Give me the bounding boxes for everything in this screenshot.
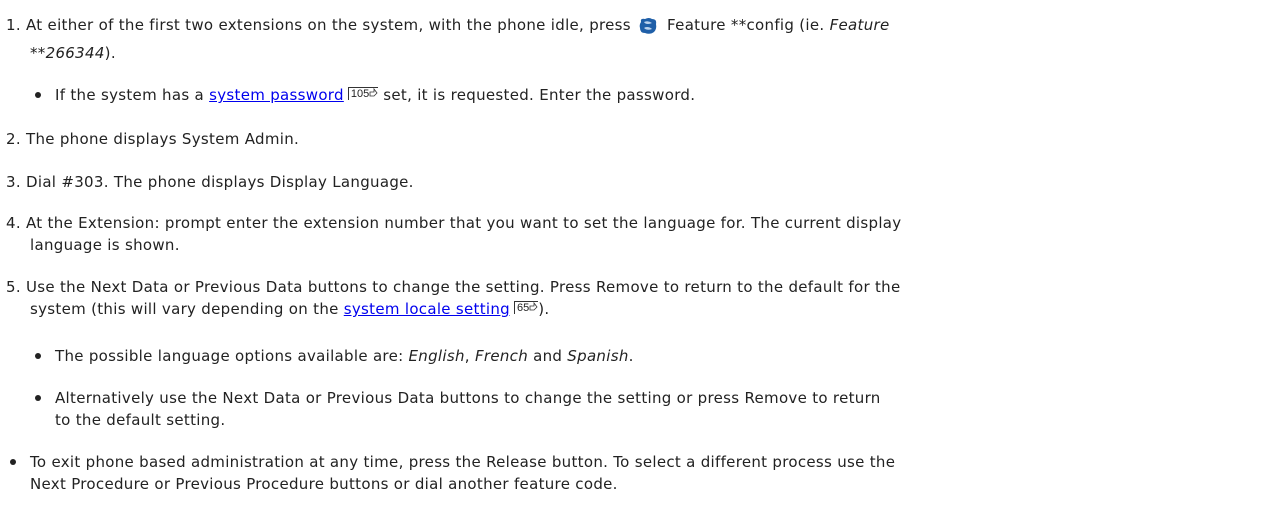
system-locale-setting-link[interactable]: system locale setting bbox=[344, 300, 510, 318]
language-spanish: Spanish bbox=[567, 347, 629, 365]
bullet-text: Alternatively use the Next Data or Previ… bbox=[55, 389, 881, 407]
step-1-bullet: If the system has a system password 105 s… bbox=[35, 84, 1255, 106]
page-reference-number: 65 bbox=[517, 302, 530, 314]
step-1-code-part1: Feature bbox=[829, 16, 890, 34]
bullet-text: The possible language options available … bbox=[55, 347, 409, 365]
step-4-text: At the Extension: prompt enter the exten… bbox=[26, 214, 902, 232]
period: . bbox=[628, 347, 634, 365]
step-3: 3. Dial #303. The phone displays Display… bbox=[6, 171, 1276, 193]
language-english: English bbox=[408, 347, 465, 365]
step-number: 2. bbox=[6, 130, 21, 148]
step-1-close: ). bbox=[104, 44, 116, 62]
page-reference[interactable]: 65 bbox=[514, 301, 539, 314]
step-number: 3. bbox=[6, 173, 21, 191]
step-1: 1. At either of the first two extensions… bbox=[6, 14, 1276, 64]
system-password-link[interactable]: system password bbox=[209, 86, 344, 104]
step-5-line-2: system (this will vary depending on the … bbox=[6, 298, 1276, 320]
bullet-text-post: set, it is requested. Enter the password… bbox=[378, 86, 696, 104]
separator: and bbox=[528, 347, 568, 365]
bullet-dot bbox=[35, 92, 41, 98]
bullet-text: If the system has a bbox=[55, 86, 210, 104]
step-5-line-2-post: ). bbox=[538, 300, 550, 318]
step-number: 5. bbox=[6, 278, 21, 296]
cross-reference-arrow-icon bbox=[529, 302, 538, 311]
step-5: 5. Use the Next Data or Previous Data bu… bbox=[6, 276, 1276, 320]
step-4-line-2: language is shown. bbox=[30, 236, 180, 254]
step-5-text: Use the Next Data or Previous Data butto… bbox=[26, 278, 901, 296]
step-4: 4. At the Extension: prompt enter the ex… bbox=[6, 212, 1276, 256]
bullet-text-line-2: Next Procedure or Previous Procedure but… bbox=[30, 475, 618, 493]
step-1-code-part2: **266344 bbox=[30, 44, 105, 62]
feature-button-icon bbox=[638, 16, 658, 42]
exit-note-bullet: To exit phone based administration at an… bbox=[10, 451, 1270, 495]
bullet-dot bbox=[35, 395, 41, 401]
step-number: 4. bbox=[6, 214, 21, 232]
step-1-text-mid: Feature **config (ie. bbox=[661, 16, 830, 34]
separator: , bbox=[464, 347, 475, 365]
bullet-dot bbox=[35, 353, 41, 359]
step-1-line-2: **266344). bbox=[6, 42, 1276, 64]
step-5-bullet-1: The possible language options available … bbox=[35, 345, 1255, 367]
step-3-text: Dial #303. The phone displays Display La… bbox=[26, 173, 414, 191]
cross-reference-arrow-icon bbox=[369, 88, 378, 97]
step-number: 1. bbox=[6, 16, 21, 34]
language-french: French bbox=[474, 347, 529, 365]
bullet-text-line-2: to the default setting. bbox=[55, 411, 226, 429]
bullet-text: To exit phone based administration at an… bbox=[30, 453, 896, 471]
step-2: 2. The phone displays System Admin. bbox=[6, 128, 1276, 150]
page-reference-number: 105 bbox=[350, 88, 370, 100]
step-5-line-2-pre: system (this will vary depending on the bbox=[30, 300, 344, 318]
step-1-text: At either of the first two extensions on… bbox=[26, 16, 636, 34]
page-reference[interactable]: 105 bbox=[347, 87, 379, 100]
bullet-dot bbox=[10, 459, 16, 465]
step-2-text: The phone displays System Admin. bbox=[26, 130, 300, 148]
step-5-bullet-2: Alternatively use the Next Data or Previ… bbox=[35, 387, 1270, 431]
